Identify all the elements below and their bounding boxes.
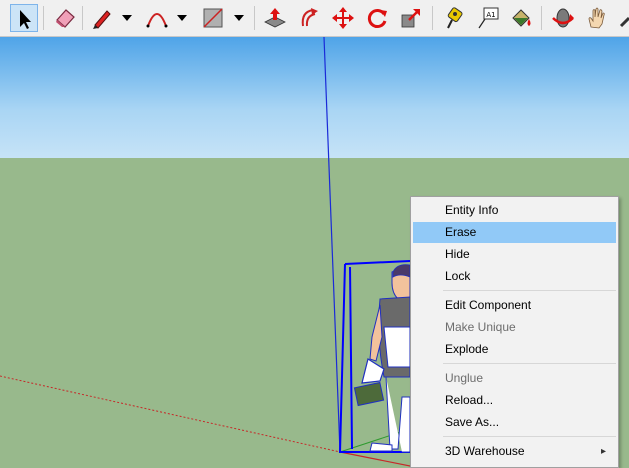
menu-item-label: Reload... (445, 393, 494, 407)
main-toolbar: A1 (0, 0, 629, 37)
paint-bucket-tool-button[interactable] (507, 4, 535, 32)
menu-item-label: Edit Component (445, 298, 532, 312)
push-pull-icon (264, 8, 286, 28)
menu-item-label: 3D Warehouse (445, 444, 525, 458)
menu-item-make-unique: Make Unique (413, 317, 616, 338)
tape-measure-tool-button[interactable] (440, 4, 468, 32)
text-icon: A1 (478, 7, 499, 29)
select-arrow-icon (20, 10, 31, 29)
chevron-down-icon (177, 15, 187, 21)
menu-item-3d-warehouse[interactable]: 3D Warehouse ▸ (413, 441, 616, 462)
menu-item-save-as[interactable]: Save As... (413, 412, 616, 433)
zoom-icon (619, 16, 629, 28)
menu-item-hide[interactable]: Hide (413, 244, 616, 265)
red-axis-dotted (0, 375, 341, 453)
rotate-icon (367, 9, 387, 28)
scale-tool-button[interactable] (397, 4, 425, 32)
pencil-icon (93, 10, 111, 29)
eraser-icon (56, 9, 75, 28)
menu-item-label: Lock (445, 269, 471, 283)
menu-item-label: Hide (445, 247, 470, 261)
menu-item-label: Unglue (445, 371, 484, 385)
select-tool-button[interactable] (10, 4, 38, 32)
arc-tool-button[interactable] (143, 4, 171, 32)
pan-hand-icon (588, 7, 605, 29)
offset-tool-button[interactable] (295, 4, 323, 32)
tape-measure-icon (447, 7, 463, 29)
menu-item-label: Explode (445, 342, 489, 356)
text-tool-button[interactable]: A1 (474, 4, 502, 32)
offset-icon (301, 8, 318, 27)
arc-tool-dropdown[interactable] (176, 4, 188, 32)
rectangle-tool-button[interactable] (199, 4, 227, 32)
paint-bucket-icon (512, 9, 531, 27)
rotate-tool-button[interactable] (363, 4, 391, 32)
menu-item-unglue: Unglue (413, 368, 616, 389)
context-menu: Entity Info Erase Hide Lock Edit Compone… (410, 196, 619, 468)
scale-icon (401, 9, 420, 28)
rectangle-icon (203, 8, 223, 28)
menu-separator (443, 436, 616, 437)
menu-item-label: Save As... (445, 415, 500, 429)
menu-item-edit-component[interactable]: Edit Component (413, 295, 616, 316)
blue-axis (323, 37, 341, 453)
orbit-icon (552, 8, 574, 28)
menu-item-reload[interactable]: Reload... (413, 390, 616, 411)
zoom-tool-button[interactable] (617, 4, 629, 32)
red-axis (339, 451, 421, 468)
submenu-arrow-icon: ▸ (600, 446, 606, 457)
orbit-tool-button[interactable] (549, 4, 577, 32)
menu-item-erase[interactable]: Erase (413, 222, 616, 243)
menu-item-entity-info[interactable]: Entity Info (413, 200, 616, 221)
menu-item-label: Make Unique (445, 320, 516, 334)
arc-icon (146, 13, 168, 28)
menu-item-label: Entity Info (445, 203, 499, 217)
rectangle-tool-dropdown[interactable] (233, 4, 245, 32)
menu-item-label: Erase (445, 225, 477, 239)
menu-separator (443, 290, 616, 291)
line-tool-button[interactable] (88, 4, 116, 32)
line-tool-dropdown[interactable] (121, 4, 133, 32)
eraser-tool-button[interactable] (51, 4, 79, 32)
person-figure (353, 264, 411, 453)
chevron-down-icon (234, 15, 244, 21)
text-tool-glyph: A1 (486, 11, 495, 19)
menu-separator (443, 363, 616, 364)
move-tool-button[interactable] (329, 4, 357, 32)
menu-item-lock[interactable]: Lock (413, 266, 616, 287)
push-pull-tool-button[interactable] (261, 4, 289, 32)
menu-item-explode[interactable]: Explode (413, 339, 616, 360)
chevron-down-icon (122, 15, 132, 21)
move-icon (332, 7, 354, 29)
pan-tool-button[interactable] (583, 4, 611, 32)
